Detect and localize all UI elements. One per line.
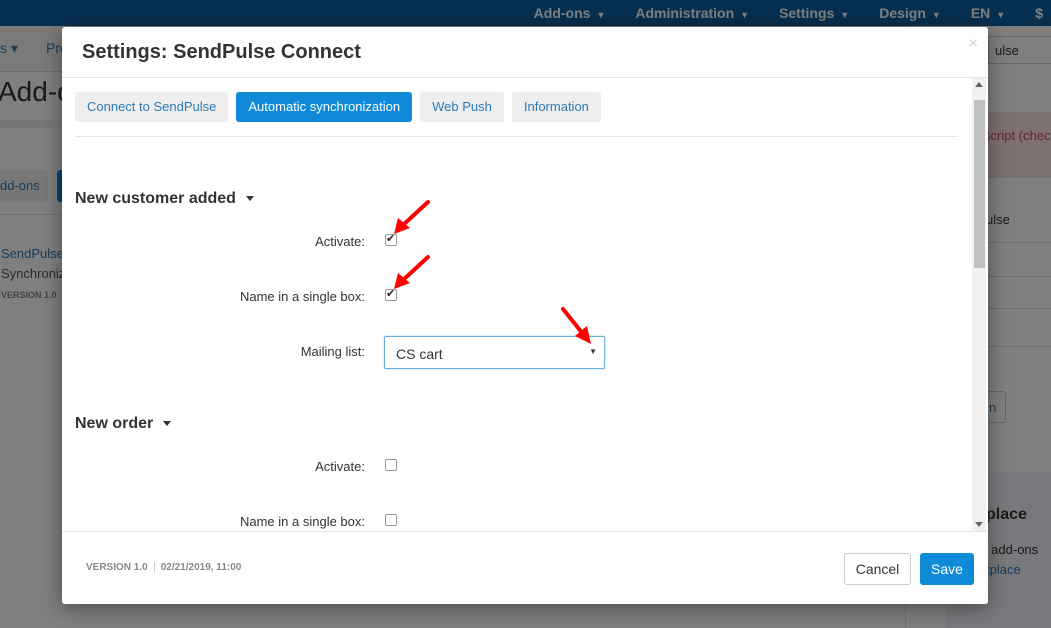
- scroll-up-icon[interactable]: [975, 82, 983, 87]
- chevron-down-icon: [163, 421, 172, 427]
- section-title: New order: [75, 415, 154, 432]
- save-button[interactable]: Save: [920, 553, 974, 585]
- section-title: New customer added: [75, 190, 236, 207]
- divider: [75, 136, 958, 137]
- mailing-list-select[interactable]: CS cart ▼: [384, 336, 605, 369]
- single-box-checkbox[interactable]: [385, 287, 397, 301]
- tab-automatic-synchronization[interactable]: Automatic synchronization: [236, 92, 413, 122]
- tab-bar: Connect to SendPulse Automatic synchroni…: [75, 92, 609, 122]
- date-text: 02/21/2019, 11:00: [160, 562, 242, 574]
- single-box-label: Name in a single box:: [239, 514, 365, 529]
- version-info: VERSION 1.0 02/21/2019, 11:00: [86, 562, 241, 573]
- dialog-title: Settings: SendPulse Connect: [82, 41, 361, 63]
- version-text: VERSION 1.0: [86, 562, 148, 574]
- dialog-header: Settings: SendPulse Connect ×: [62, 27, 988, 78]
- mailing-list-value: CS cart: [396, 346, 443, 362]
- activate-label: Activate:: [315, 234, 365, 249]
- activate-checkbox[interactable]: [385, 232, 397, 246]
- close-icon[interactable]: ×: [969, 35, 978, 53]
- tab-connect-to-sendpulse[interactable]: Connect to SendPulse: [75, 92, 229, 122]
- single-box-checkbox[interactable]: [385, 514, 397, 526]
- scrollbar-thumb[interactable]: [974, 100, 985, 268]
- tab-web-push[interactable]: Web Push: [420, 92, 504, 122]
- annotation-arrow-icon: [394, 200, 430, 234]
- annotation-arrow-icon: [394, 255, 430, 289]
- section-toggle-new-customer[interactable]: New customer added: [75, 190, 254, 208]
- caret-down-icon: ▼: [589, 347, 597, 356]
- cancel-button[interactable]: Cancel: [844, 553, 911, 585]
- divider: [153, 562, 155, 573]
- section-toggle-new-order[interactable]: New order: [75, 415, 172, 433]
- dialog-scrollbar[interactable]: [972, 78, 986, 531]
- dialog-body: Connect to SendPulse Automatic synchroni…: [62, 78, 988, 531]
- tab-information[interactable]: Information: [511, 92, 601, 122]
- chevron-down-icon: [245, 196, 254, 202]
- scroll-down-icon[interactable]: [975, 522, 983, 527]
- activate-label: Activate:: [315, 459, 365, 474]
- mailing-list-label: Mailing list:: [300, 344, 365, 359]
- single-box-label: Name in a single box:: [239, 289, 365, 304]
- activate-checkbox[interactable]: [385, 459, 397, 471]
- dialog-footer: VERSION 1.0 02/21/2019, 11:00 Cancel Save: [62, 531, 988, 604]
- settings-dialog: Settings: SendPulse Connect × Connect to…: [62, 27, 988, 604]
